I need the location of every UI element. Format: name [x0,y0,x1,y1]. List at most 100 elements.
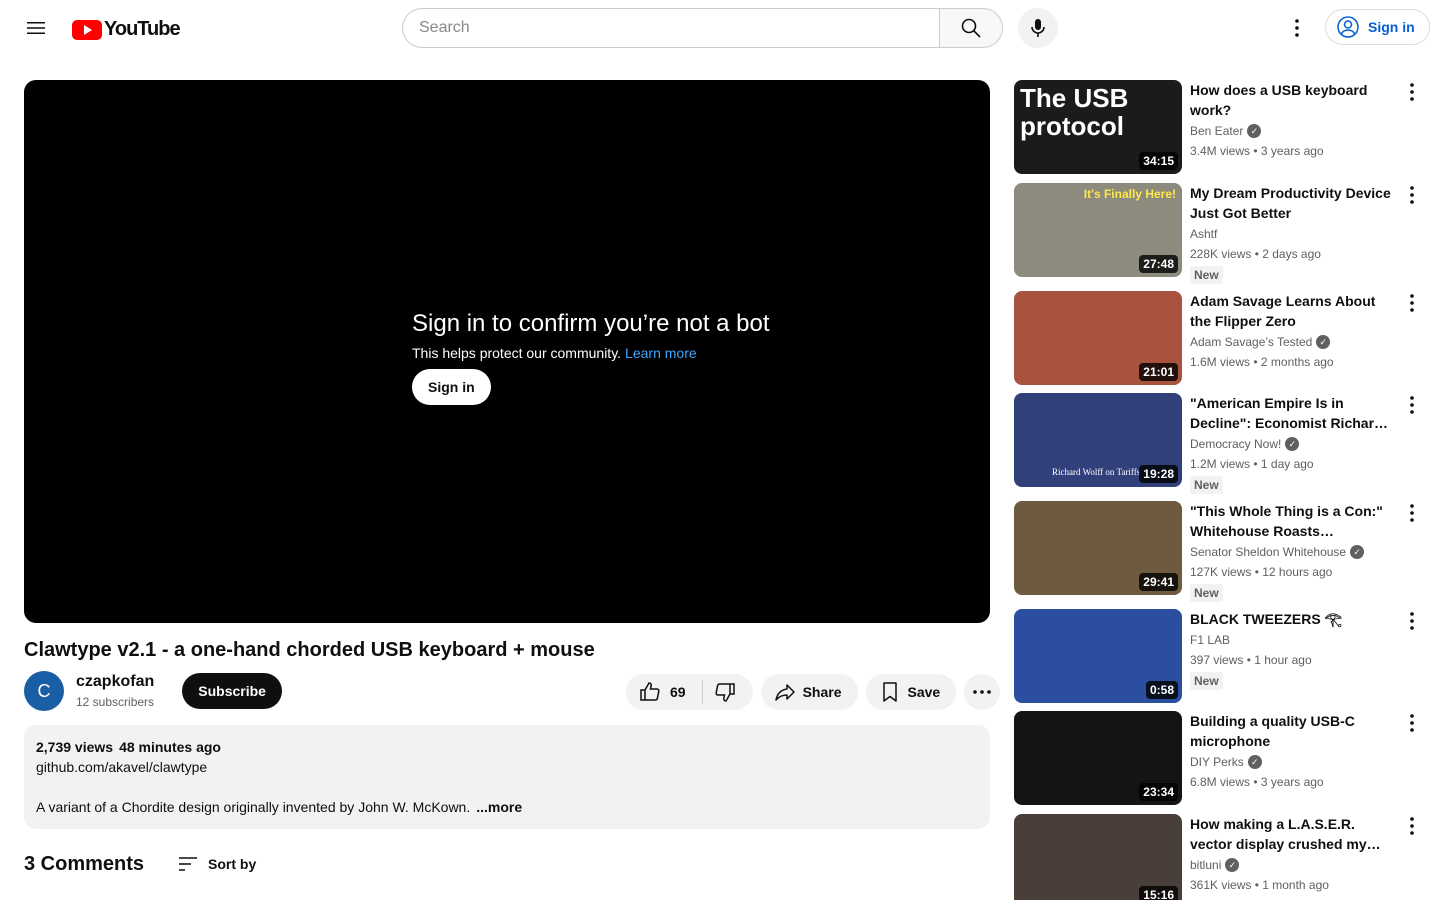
recommendation-channel[interactable]: Senator Sheldon Whitehouse ✓ [1190,543,1396,561]
video-thumbnail[interactable]: It's Finally Here! 27:48 [1014,183,1182,277]
recommendation-title[interactable]: "This Whole Thing is a Con:" Whitehouse … [1190,501,1396,541]
video-thumbnail[interactable]: 21:01 [1014,291,1182,385]
recommendation-item[interactable]: 0:58 BLACK TWEEZERS 𓂀 F1 LAB 397 views • 1 … [1014,609,1424,703]
recommendation-more-button[interactable] [1400,501,1424,525]
verified-check-icon: ✓ [1285,437,1300,451]
recommendation-channel[interactable]: F1 LAB [1190,631,1396,649]
like-button[interactable]: 69 [626,674,702,710]
recommendation-info: "American Empire Is in Decline": Economi… [1190,393,1396,494]
more-vert-icon [1410,612,1414,630]
share-button[interactable]: Share [760,674,858,710]
recommendation-title[interactable]: How making a L.A.S.E.R. vector display c… [1190,814,1396,854]
video-actions: 69 Share Save [626,674,1001,710]
more-actions-button[interactable] [964,674,1001,710]
recommendation-channel[interactable]: DIY Perks ✓ [1190,753,1396,771]
recommendation-channel-name: DIY Perks [1190,755,1244,769]
recommendation-more-button[interactable] [1400,80,1424,104]
recommendation-title[interactable]: BLACK TWEEZERS 𓂀 [1190,609,1396,629]
view-count: 2,739 views [36,739,114,755]
recommendation-channel[interactable]: Adam Savage’s Tested ✓ [1190,333,1396,351]
recommendation-meta: 361K views • 1 month ago [1190,878,1329,892]
header-signin-button[interactable]: Sign in [1325,9,1430,45]
hamburger-icon [27,22,45,34]
youtube-logo[interactable]: YouTube [72,18,181,41]
player-signin-button[interactable]: Sign in [412,369,491,405]
video-duration: 23:34 [1139,783,1178,801]
settings-more-button[interactable] [1277,8,1317,48]
description-box[interactable]: 2,739 views 48 minutes ago github.com/aka… [24,725,990,829]
description-text: A variant of a Chordite design originall… [36,799,471,815]
new-badge: New [1190,584,1223,602]
description-link[interactable]: github.com/akavel/clawtype [36,757,978,777]
search-input[interactable] [402,8,939,48]
video-thumbnail[interactable]: Richard Wolff on Tariffs 19:28 [1014,393,1182,487]
recommendation-more-button[interactable] [1400,393,1424,417]
youtube-play-icon [72,19,102,40]
recommendation-channel[interactable]: Ben Eater ✓ [1190,122,1396,140]
recommendation-channel[interactable]: Democracy Now! ✓ [1190,435,1396,453]
recommendation-item[interactable]: Richard Wolff on Tariffs 19:28 "American E… [1014,393,1424,494]
description-more-button[interactable]: ...more [476,799,522,815]
channel-name[interactable]: czapkofan [76,671,154,693]
recommendation-channel[interactable]: Ashtf [1190,225,1396,243]
recommendation-more-button[interactable] [1400,183,1424,207]
more-vert-icon [1410,83,1414,101]
save-button[interactable]: Save [865,674,957,710]
learn-more-link[interactable]: Learn more [625,345,697,361]
video-title: Clawtype v2.1 - a one-hand chorded USB k… [24,639,595,661]
channel-avatar[interactable]: C [24,671,64,711]
recommendation-title[interactable]: Building a quality USB-C microphone [1190,711,1396,751]
recommendation-more-button[interactable] [1400,711,1424,735]
recommendation-item[interactable]: It's Finally Here! 27:48 My Dream Producti… [1014,183,1424,284]
search-button[interactable] [939,8,1003,48]
verified-check-icon: ✓ [1247,124,1262,138]
recommendation-channel-name: F1 LAB [1190,633,1231,647]
more-vert-icon [1410,714,1414,732]
recommendation-title[interactable]: Adam Savage Learns About the Flipper Zer… [1190,291,1396,331]
recommendation-item[interactable]: 29:41 "This Whole Thing is a Con:" Whiteh… [1014,501,1424,602]
new-badge: New [1190,476,1223,494]
dislike-button[interactable] [703,674,753,710]
recommendation-item[interactable]: 23:34 Building a quality USB-C microphone… [1014,711,1424,805]
video-thumbnail[interactable]: The USB protocol 34:15 [1014,80,1182,174]
bot-check-title: Sign in to confirm you’re not a bot [412,310,770,337]
video-player[interactable]: Sign in to confirm you’re not a bot This… [24,80,990,623]
comments-header: 3 Comments Sort by [24,852,256,876]
more-vert-icon [1410,504,1414,522]
menu-button[interactable] [16,8,56,48]
account-icon [1337,16,1359,38]
video-thumbnail[interactable]: 23:34 [1014,711,1182,805]
bot-check-subtitle: This helps protect our community. Learn m… [412,343,770,363]
recommendation-meta: 127K views • 12 hours ago [1190,565,1333,579]
save-label: Save [907,684,941,700]
video-duration: 0:58 [1145,681,1178,699]
new-badge: New [1190,672,1223,690]
subscriber-count: 12 subscribers [76,695,155,709]
recommendation-more-button[interactable] [1400,609,1424,633]
video-thumbnail[interactable]: 15:16 [1014,814,1182,900]
sort-by-button[interactable]: Sort by [176,852,256,876]
recommendation-item[interactable]: 21:01 Adam Savage Learns About the Flippe… [1014,291,1424,385]
video-duration: 27:48 [1139,255,1178,273]
recommendation-info: Building a quality USB-C microphone DIY P… [1190,711,1396,805]
thumbnail-text: The USB protocol [1020,83,1129,141]
recommendation-title[interactable]: "American Empire Is in Decline": Economi… [1190,393,1396,433]
recommendation-title[interactable]: How does a USB keyboard work? [1190,80,1396,120]
subscribe-button[interactable]: Subscribe [182,673,282,709]
sort-icon [179,857,198,871]
share-label: Share [802,684,842,700]
video-thumbnail[interactable]: 0:58 [1014,609,1182,703]
recommendation-title[interactable]: My Dream Productivity Device Just Got Be… [1190,183,1396,223]
voice-search-button[interactable] [1018,8,1058,48]
video-duration: 21:01 [1139,363,1178,381]
recommendation-item[interactable]: 15:16 How making a L.A.S.E.R. vector disp… [1014,814,1424,900]
recommendation-more-button[interactable] [1400,291,1424,315]
like-count: 69 [670,684,686,700]
recommendation-more-button[interactable] [1400,814,1424,838]
video-thumbnail[interactable]: 29:41 [1014,501,1182,595]
recommendation-channel-name: Adam Savage’s Tested [1190,335,1313,349]
more-horiz-icon [973,690,992,694]
recommendation-item[interactable]: The USB protocol 34:15 How does a USB keyb… [1014,80,1424,174]
recommendation-channel[interactable]: bitluni ✓ [1190,856,1396,874]
bot-check-message: Sign in to confirm you’re not a bot This… [412,308,770,405]
